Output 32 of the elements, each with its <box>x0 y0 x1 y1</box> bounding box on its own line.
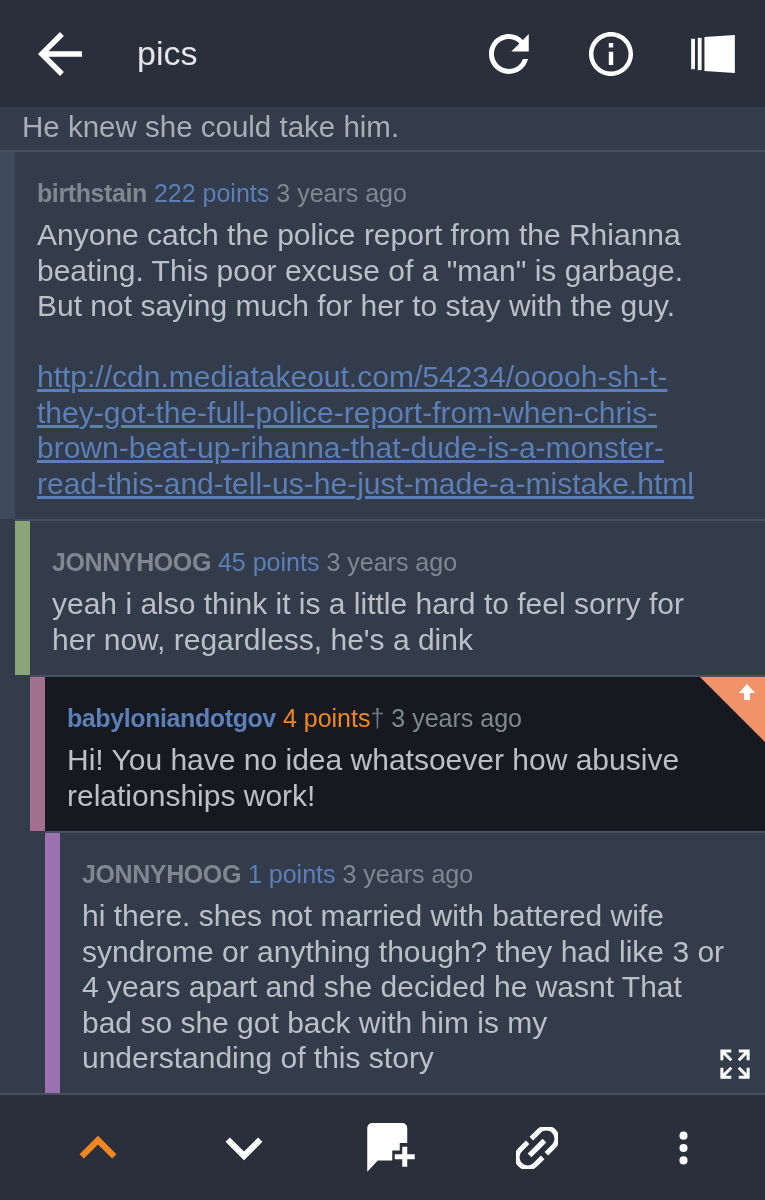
info-icon <box>589 31 633 76</box>
comment-points: 45 points <box>217 547 320 578</box>
link-icon <box>515 1126 558 1169</box>
controversial-mark: † <box>370 703 385 734</box>
comment-points: 4 points <box>282 703 371 734</box>
back-button[interactable] <box>38 31 82 76</box>
expand-icon[interactable] <box>720 1049 750 1079</box>
comment-card[interactable]: JONNYHOOG 45 points 3 years ago yeah i also think it is a little hard to feel sorry for her now, regardless, he's a dink <box>15 519 765 675</box>
comment-time: 3 years ago <box>391 703 522 734</box>
comment-time: 3 years ago <box>326 547 458 578</box>
comment-time: 3 years ago <box>342 859 474 890</box>
comment-card[interactable] <box>45 831 765 1093</box>
comment-text: Anyone catch the police report from the Rhianna beating. This poor excuse of a "man" is garbage. But not saying much for her to stay with the guy. <box>37 217 685 324</box>
comment-points: 1 points <box>247 859 336 890</box>
comment-author[interactable]: birthstain <box>37 177 147 209</box>
subreddit-title: pics <box>137 34 199 73</box>
comment-text: Hi! You have no idea whatsoever how abusive relationships work! <box>67 742 681 813</box>
comment-text: hi there. shes not married with battered wife syndrome or anything though? they had like 3 or 4 years apart and she decided he wasnt That bad so she got back with him is my understanding of this story <box>82 898 725 1076</box>
add-comment-icon <box>366 1122 415 1173</box>
more-vertical-icon <box>678 1130 688 1165</box>
comment-card[interactable]: babyloniandotgov 4 points† 3 years ago Hi! You have no idea whatsoever how abusive relationships work! <box>30 675 765 831</box>
refresh-icon <box>489 33 529 74</box>
back-arrow-icon <box>38 31 82 76</box>
comment-text: yeah i also think it is a little hard to feel sorry for her now, regardless, he's a dink <box>52 586 685 657</box>
comment-author[interactable]: JONNYHOOG <box>82 858 241 890</box>
comment-link[interactable]: http://cdn.mediatakeout.com/54234/ooooh-sh-t-they-got-the-full-police-report-from-when-chris-brown-beat-up-rihanna-that-dude-is-a-monster-read-this-and-tell-us-he-just-made-a-mistake.html <box>37 359 725 501</box>
comment-author[interactable]: JONNYHOOG <box>52 546 211 578</box>
comment-text: He knew she could take him. <box>21 109 401 145</box>
comment-time: 3 years ago <box>276 178 407 209</box>
panels-icon <box>691 34 735 73</box>
comment-author[interactable]: babyloniandotgov <box>67 702 276 734</box>
comment-points: 222 points <box>153 178 270 209</box>
